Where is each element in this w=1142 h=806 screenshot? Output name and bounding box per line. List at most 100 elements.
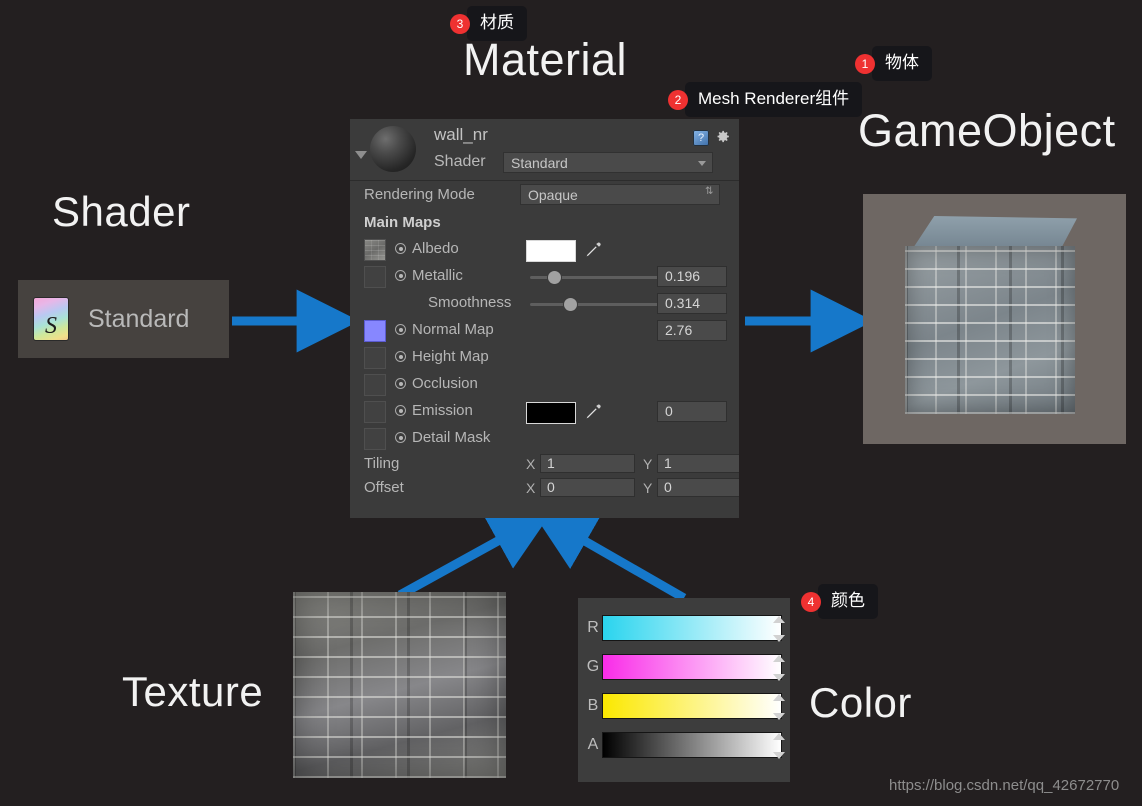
- color-channel-row-g[interactable]: G: [584, 647, 785, 686]
- map-row-emission[interactable]: Emission 0: [350, 399, 739, 426]
- shader-asset-name: Standard: [88, 304, 190, 333]
- metallic-value-field[interactable]: 0.196: [657, 266, 727, 287]
- annotation-text-1: 物体: [866, 46, 932, 82]
- annotation-badge-2: 2: [668, 89, 688, 110]
- color-picker-panel[interactable]: R G B A: [578, 598, 790, 782]
- annotation-callout-4: 4 颜色: [801, 584, 878, 620]
- height-map-radio-icon[interactable]: [395, 351, 406, 362]
- albedo-texture-slot[interactable]: [364, 239, 386, 261]
- eyedropper-icon[interactable]: [582, 239, 604, 261]
- map-row-albedo[interactable]: Albedo: [350, 237, 739, 264]
- arrow-texture-to-material: [397, 510, 553, 599]
- channel-gradient-b[interactable]: [602, 692, 785, 720]
- offset-row: Offset X 0 Y 0: [350, 477, 739, 501]
- offset-y-field[interactable]: 0: [657, 478, 739, 497]
- metallic-radio-icon[interactable]: [395, 270, 406, 281]
- emission-color-swatch[interactable]: [526, 402, 576, 424]
- label-material: Material: [463, 34, 628, 85]
- annotation-badge-3: 3: [450, 13, 470, 34]
- rendering-mode-value: Opaque: [528, 187, 578, 203]
- gameobject-render: [863, 194, 1126, 444]
- label-color: Color: [809, 679, 912, 726]
- map-row-metallic[interactable]: Metallic 0.196: [350, 264, 739, 291]
- main-maps-header-row: Main Maps: [350, 211, 739, 237]
- diagram-canvas: Material GameObject Shader Texture Color…: [0, 0, 1142, 806]
- annotation-text-4: 颜色: [812, 584, 878, 620]
- main-maps-header: Main Maps: [364, 214, 441, 231]
- channel-slider-handle-r[interactable]: [773, 615, 785, 642]
- color-channel-row-b[interactable]: B: [584, 686, 785, 725]
- normal-map-radio-icon[interactable]: [395, 324, 406, 335]
- channel-label-b: B: [587, 696, 599, 714]
- detail-mask-label: Detail Mask: [412, 429, 491, 446]
- tiling-row: Tiling X 1 Y 1: [350, 453, 739, 477]
- smoothness-label: Smoothness: [428, 294, 512, 311]
- annotation-text-2: Mesh Renderer组件: [678, 82, 863, 118]
- material-sphere-preview: [370, 126, 416, 172]
- albedo-label: Albedo: [412, 240, 459, 257]
- watermark-url: https://blog.csdn.net/qq_42672770: [889, 777, 1120, 794]
- normal-map-label: Normal Map: [412, 321, 494, 338]
- map-row-occlusion[interactable]: Occlusion: [350, 372, 739, 399]
- annotation-callout-2: 2 Mesh Renderer组件: [668, 82, 863, 118]
- shader-field-label: Shader: [434, 153, 486, 170]
- emission-texture-slot[interactable]: [364, 401, 386, 423]
- height-map-texture-slot[interactable]: [364, 347, 386, 369]
- metallic-slider-knob[interactable]: [548, 271, 562, 284]
- tiling-x-field[interactable]: 1: [540, 454, 635, 473]
- map-row-normal[interactable]: Normal Map 2.76: [350, 318, 739, 345]
- chevron-down-icon: [698, 161, 706, 166]
- tiling-label: Tiling: [364, 455, 400, 472]
- albedo-color-swatch[interactable]: [526, 240, 576, 262]
- metallic-label: Metallic: [412, 267, 463, 284]
- channel-slider-handle-g[interactable]: [773, 654, 785, 681]
- map-row-smoothness[interactable]: Smoothness 0.314: [350, 291, 739, 318]
- shader-dropdown[interactable]: Standard: [503, 152, 713, 173]
- color-channel-row-r[interactable]: R: [584, 608, 785, 647]
- occlusion-radio-icon[interactable]: [395, 378, 406, 389]
- material-name: wall_nr: [434, 125, 488, 144]
- channel-gradient-a[interactable]: [602, 731, 785, 759]
- eyedropper-icon[interactable]: [582, 401, 604, 423]
- offset-x-axis-label: X: [526, 480, 536, 496]
- gear-icon[interactable]: [714, 128, 731, 145]
- offset-x-field[interactable]: 0: [540, 478, 635, 497]
- help-book-icon[interactable]: ?: [693, 130, 709, 146]
- material-inspector-panel[interactable]: wall_nr Shader Standard ? Rendering Mode…: [350, 119, 739, 518]
- albedo-radio-icon[interactable]: [395, 243, 406, 254]
- shader-dropdown-value: Standard: [511, 155, 568, 171]
- offset-label: Offset: [364, 479, 404, 496]
- channel-slider-handle-a[interactable]: [773, 732, 785, 759]
- metallic-texture-slot[interactable]: [364, 266, 386, 288]
- occlusion-texture-slot[interactable]: [364, 374, 386, 396]
- updown-arrows-icon: ⇅: [705, 186, 714, 197]
- rendering-mode-dropdown[interactable]: Opaque ⇅: [520, 184, 720, 205]
- map-row-detail-mask[interactable]: Detail Mask: [350, 426, 739, 453]
- channel-gradient-r[interactable]: [602, 614, 785, 642]
- shader-asset-box[interactable]: Standard: [18, 280, 229, 358]
- normal-map-value-field[interactable]: 2.76: [657, 320, 727, 341]
- foldout-triangle-icon[interactable]: [355, 151, 367, 159]
- detail-mask-texture-slot[interactable]: [364, 428, 386, 450]
- channel-label-g: G: [586, 657, 600, 675]
- annotation-callout-3: 3 材质: [450, 6, 527, 42]
- label-gameobject: GameObject: [858, 105, 1116, 156]
- channel-slider-handle-b[interactable]: [773, 693, 785, 720]
- smoothness-value-field[interactable]: 0.314: [657, 293, 727, 314]
- texture-image: [293, 592, 506, 778]
- annotation-badge-4: 4: [801, 591, 821, 612]
- arrow-color-to-material: [531, 510, 687, 602]
- emission-radio-icon[interactable]: [395, 405, 406, 416]
- offset-y-axis-label: Y: [643, 480, 653, 496]
- detail-mask-radio-icon[interactable]: [395, 432, 406, 443]
- annotation-callout-1: 1 物体: [855, 46, 932, 82]
- tiling-y-field[interactable]: 1: [657, 454, 739, 473]
- emission-value-field[interactable]: 0: [657, 401, 727, 422]
- map-row-height[interactable]: Height Map: [350, 345, 739, 372]
- occlusion-label: Occlusion: [412, 375, 478, 392]
- normal-map-texture-slot[interactable]: [364, 320, 386, 342]
- label-texture: Texture: [122, 668, 264, 715]
- smoothness-slider-knob[interactable]: [563, 298, 577, 311]
- channel-gradient-g[interactable]: [602, 653, 785, 681]
- color-channel-row-a[interactable]: A: [584, 725, 785, 764]
